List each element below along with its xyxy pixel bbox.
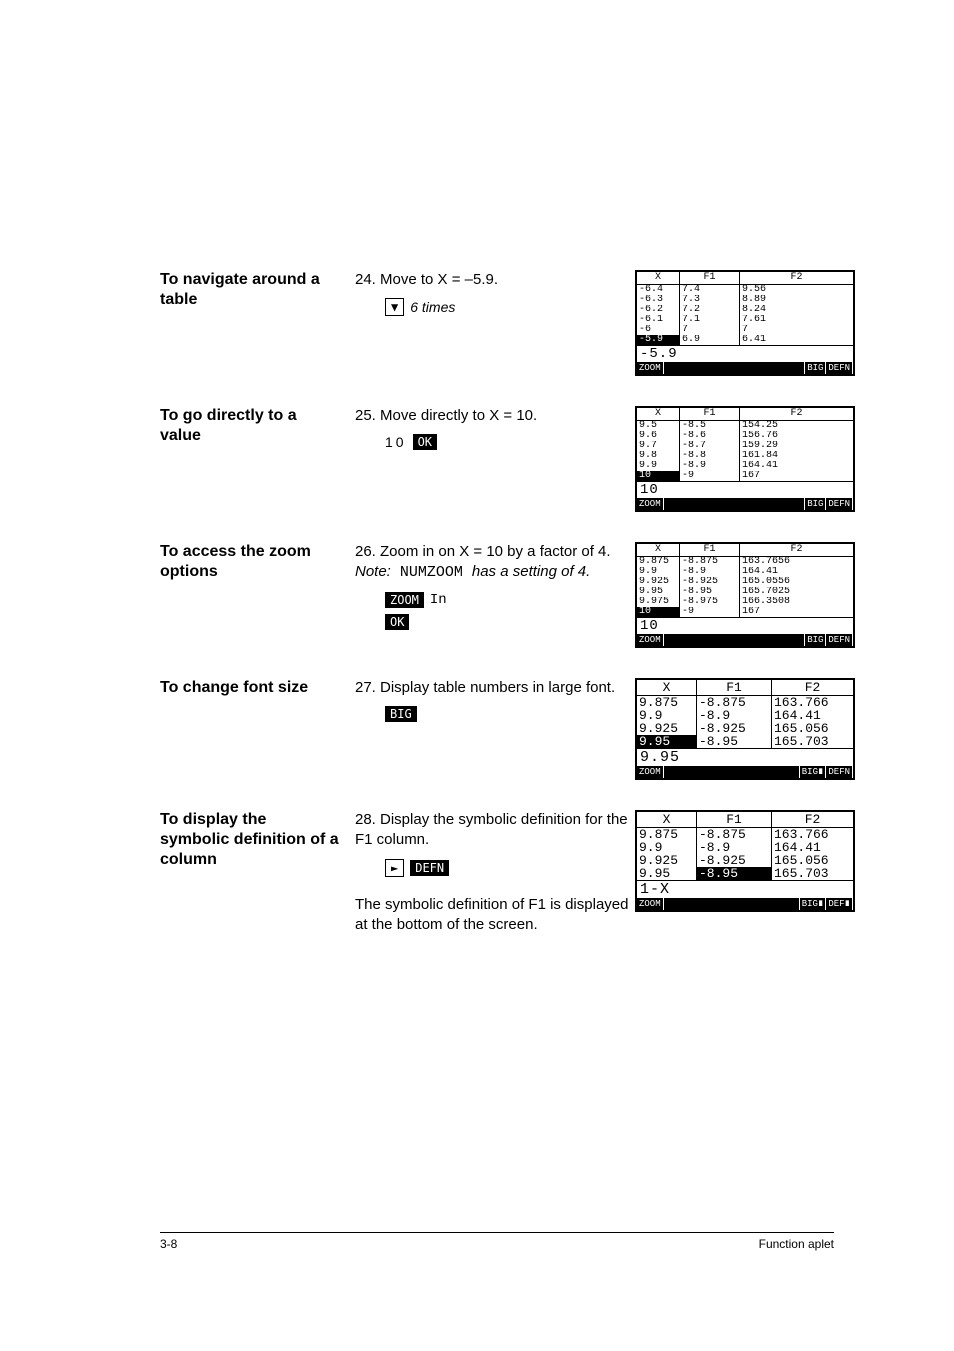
zoom-key[interactable]: ZOOM [385,592,424,608]
softkey-defn[interactable]: DEF∎ [826,898,853,910]
calculator-screen: X F1 F2 9.875-8.875163.766 9.9-8.9164.41… [635,810,855,912]
softkey-defn[interactable]: DEFN [826,498,853,510]
section-change-font: To change font size 27. Display table nu… [160,678,834,780]
down-arrow-key[interactable]: ▼ [385,298,404,316]
table-row: 9.9-8.9164.41 [637,461,853,471]
softkey-zoom[interactable]: ZOOM [637,362,664,374]
table-row: 10-9167 [637,471,853,481]
table-row: 9.7-8.7159.29 [637,441,853,451]
softkey-menu: ZOOM BIG DEFN [637,362,853,374]
calculator-screen: X F1 F2 9.875-8.875163.766 9.9-8.9164.41… [635,678,855,780]
softkey-defn[interactable]: DEFN [826,362,853,374]
table-row: -6.27.28.24 [637,305,853,315]
table-row: 9.95-8.95165.703 [637,735,853,748]
section-symbolic-definition: To display the symbolic definition of a … [160,810,834,935]
ok-key[interactable]: OK [413,434,437,450]
ok-key[interactable]: OK [385,614,409,630]
calculator-screen: X F1 F2 9.5-8.5154.25 9.6-8.6156.76 9.7-… [635,406,855,512]
table-row: -6.17.17.61 [637,315,853,325]
table-row: -6.37.38.89 [637,295,853,305]
calculator-screen: X F1 F2 9.875-8.875163.7656 9.9-8.9164.4… [635,542,855,648]
side-heading: To navigate around a table [160,270,355,310]
softkey-big[interactable]: BIG∎ [800,898,827,910]
defn-key[interactable]: DEFN [410,860,449,876]
menu-selection: In [430,592,447,608]
table-row: 9.9-8.9164.41 [637,841,853,854]
table-row: 9.5-8.5154.25 [637,421,853,431]
table-row: 9.925-8.925165.056 [637,722,853,735]
softkey-big[interactable]: BIG [805,634,826,646]
table-row: 9.975-8.975166.3508 [637,597,853,607]
softkey-zoom[interactable]: ZOOM [637,898,664,910]
softkey-zoom[interactable]: ZOOM [637,766,664,778]
side-heading: To change font size [160,678,355,698]
table-row: 9.875-8.875163.766 [637,828,853,841]
right-arrow-key[interactable]: ► [385,859,404,877]
softkey-defn[interactable]: DEFN [826,766,853,778]
page-number: 3-8 [160,1237,177,1251]
instruction-text: 28. Display the symbolic definition for … [355,810,635,851]
chapter-title: Function aplet [759,1237,834,1251]
softkey-big[interactable]: BIG [805,498,826,510]
table-row: -5.96.96.41 [637,335,853,345]
side-heading: To access the zoom options [160,542,355,582]
softkey-defn[interactable]: DEFN [826,634,853,646]
document-page: To navigate around a table 24. Move to X… [0,0,954,1351]
section-go-directly: To go directly to a value 25. Move direc… [160,406,834,512]
table-row: 9.95-8.95165.7025 [637,587,853,597]
calculator-screen: X F1 F2 -6.47.49.56 -6.37.38.89 -6.27.28… [635,270,855,376]
entry-line: -5.9 [637,346,853,362]
softkey-zoom[interactable]: ZOOM [637,498,664,510]
softkey-zoom[interactable]: ZOOM [637,634,664,646]
big-key[interactable]: BIG [385,706,417,722]
table-row: -6.47.49.56 [637,285,853,295]
table-row: 10-9167 [637,607,853,617]
instruction-text: 25. Move directly to X = 10. [355,406,635,426]
entry-line: 1-X [637,881,853,898]
softkey-big[interactable]: BIG∎ [800,766,827,778]
key-hint: 6 times [410,299,455,315]
table-row: 9.875-8.875163.7656 [637,557,853,567]
table-row: 9.95-8.95165.703 [637,867,853,880]
table-header: X F1 F2 [637,272,853,285]
table-row: 9.9-8.9164.41 [637,709,853,722]
softkey-big[interactable]: BIG [805,362,826,374]
table-row: 9.875-8.875163.766 [637,696,853,709]
instruction-text: 26. Zoom in on X = 10 by a factor of 4. … [355,542,635,584]
instruction-text: 24. Move to X = –5.9. [355,270,635,290]
entry-line: 10 [637,482,853,498]
typed-value: 10 [385,434,407,450]
after-text: The symbolic definition of F1 is display… [355,895,635,936]
side-heading: To display the symbolic definition of a … [160,810,355,870]
side-heading: To go directly to a value [160,406,355,446]
table-row: 9.6-8.6156.76 [637,431,853,441]
entry-line: 10 [637,618,853,634]
table-row: 9.9-8.9164.41 [637,567,853,577]
table-row: 9.925-8.925165.0556 [637,577,853,587]
instruction-text: 27. Display table numbers in large font. [355,678,635,698]
section-zoom-options: To access the zoom options 26. Zoom in o… [160,542,834,648]
table-row: 9.925-8.925165.056 [637,854,853,867]
table-row: 9.8-8.8161.84 [637,451,853,461]
entry-line: 9.95 [637,749,853,766]
page-footer: 3-8 Function aplet [160,1232,834,1251]
table-row: -677 [637,325,853,335]
section-navigate-table: To navigate around a table 24. Move to X… [160,270,834,376]
